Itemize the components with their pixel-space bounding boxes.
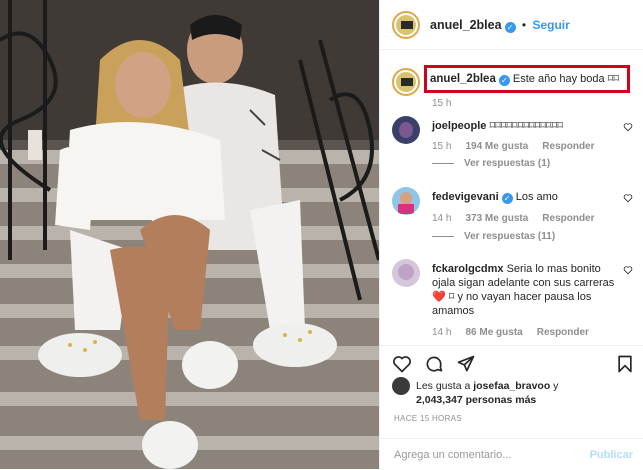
caption-time: 15 h [432, 98, 452, 109]
likes-summary: Les gusta a josefaa_bravoo y 2,043,347 p… [416, 380, 559, 406]
reply-button[interactable]: Responder [542, 213, 594, 224]
comment-username[interactable]: joelpeople [432, 120, 486, 132]
comment-time: 15 h [432, 141, 452, 152]
separator-dot: • [521, 18, 527, 32]
bookmark-icon[interactable] [615, 354, 635, 374]
commenter-avatar[interactable] [392, 259, 420, 287]
caption-username[interactable]: anuel_2blea [430, 73, 496, 85]
comment-likes[interactable]: 373 Me gusta [465, 213, 528, 224]
commenter-avatar[interactable] [392, 187, 420, 215]
heart-icon[interactable] [392, 354, 412, 374]
post-details-panel: anuel_2blea ✓ • Seguir anuel_2blea ✓ Este … [379, 0, 643, 469]
caption-author-avatar[interactable] [392, 68, 420, 96]
post-timestamp: HACE 15 HORAS [394, 414, 462, 423]
comment-like-heart-icon[interactable] [623, 122, 633, 132]
post-photo[interactable] [0, 0, 379, 469]
comment-meta: 14 h 373 Me gusta Responder [432, 213, 609, 224]
comment-time: 14 h [432, 327, 452, 338]
comment-username[interactable]: fckarolgcdmx [432, 263, 504, 275]
post-header: anuel_2blea ✓ • Seguir [380, 0, 643, 50]
comment-time: 14 h [432, 213, 452, 224]
liker-username[interactable]: josefaa_bravoo [473, 380, 550, 392]
caption: anuel_2blea ✓ Este año hay boda ⌑⌑ [430, 72, 619, 86]
publish-button[interactable]: Publicar [590, 449, 633, 461]
comment-text: ⌑⌑⌑⌑⌑⌑⌑⌑⌑⌑⌑⌑⌑ [489, 120, 563, 132]
comment-likes[interactable]: 194 Me gusta [465, 141, 528, 152]
comment-likes[interactable]: 86 Me gusta [465, 327, 522, 338]
author-line: anuel_2blea ✓ • Seguir [430, 18, 570, 33]
comment-meta: 15 h 194 Me gusta Responder [432, 141, 609, 152]
comment-icon[interactable] [424, 354, 444, 374]
follow-button[interactable]: Seguir [532, 18, 569, 32]
view-replies[interactable]: Ver respuestas (11) [432, 231, 555, 242]
share-icon[interactable] [456, 354, 476, 374]
view-replies[interactable]: Ver respuestas (1) [432, 158, 550, 169]
likes-count[interactable]: 2,043,347 personas más [416, 394, 536, 406]
comment-input[interactable]: Agrega un comentario... [394, 449, 511, 461]
author-avatar[interactable] [392, 11, 420, 39]
verified-badge-icon: ✓ [501, 193, 513, 204]
caption-symbols: ⌑⌑ [607, 73, 620, 85]
comment-like-heart-icon[interactable] [623, 265, 633, 275]
commenter-avatar[interactable] [392, 116, 420, 144]
comment-item: fedevigevani ✓ Los amo [432, 190, 632, 204]
caption-text: Este año hay boda [512, 73, 605, 85]
reply-button[interactable]: Responder [537, 327, 589, 338]
liker-avatar[interactable] [392, 377, 410, 395]
add-comment-bar: Agrega un comentario... Publicar [380, 438, 643, 470]
verified-badge-icon: ✓ [498, 75, 510, 86]
verified-badge-icon: ✓ [504, 22, 516, 33]
comment-item: fckarolgcdmx Seria lo mas bonito ojala s… [432, 262, 617, 318]
author-username[interactable]: anuel_2blea [430, 18, 502, 32]
comment-meta: 14 h 86 Me gusta Responder [432, 327, 603, 338]
comment-item: joelpeople ⌑⌑⌑⌑⌑⌑⌑⌑⌑⌑⌑⌑⌑ [432, 119, 632, 133]
comment-text: Los amo [515, 191, 558, 203]
action-bar [380, 345, 643, 376]
reply-button[interactable]: Responder [542, 141, 594, 152]
comment-username[interactable]: fedevigevani [432, 191, 499, 203]
comment-like-heart-icon[interactable] [623, 193, 633, 203]
